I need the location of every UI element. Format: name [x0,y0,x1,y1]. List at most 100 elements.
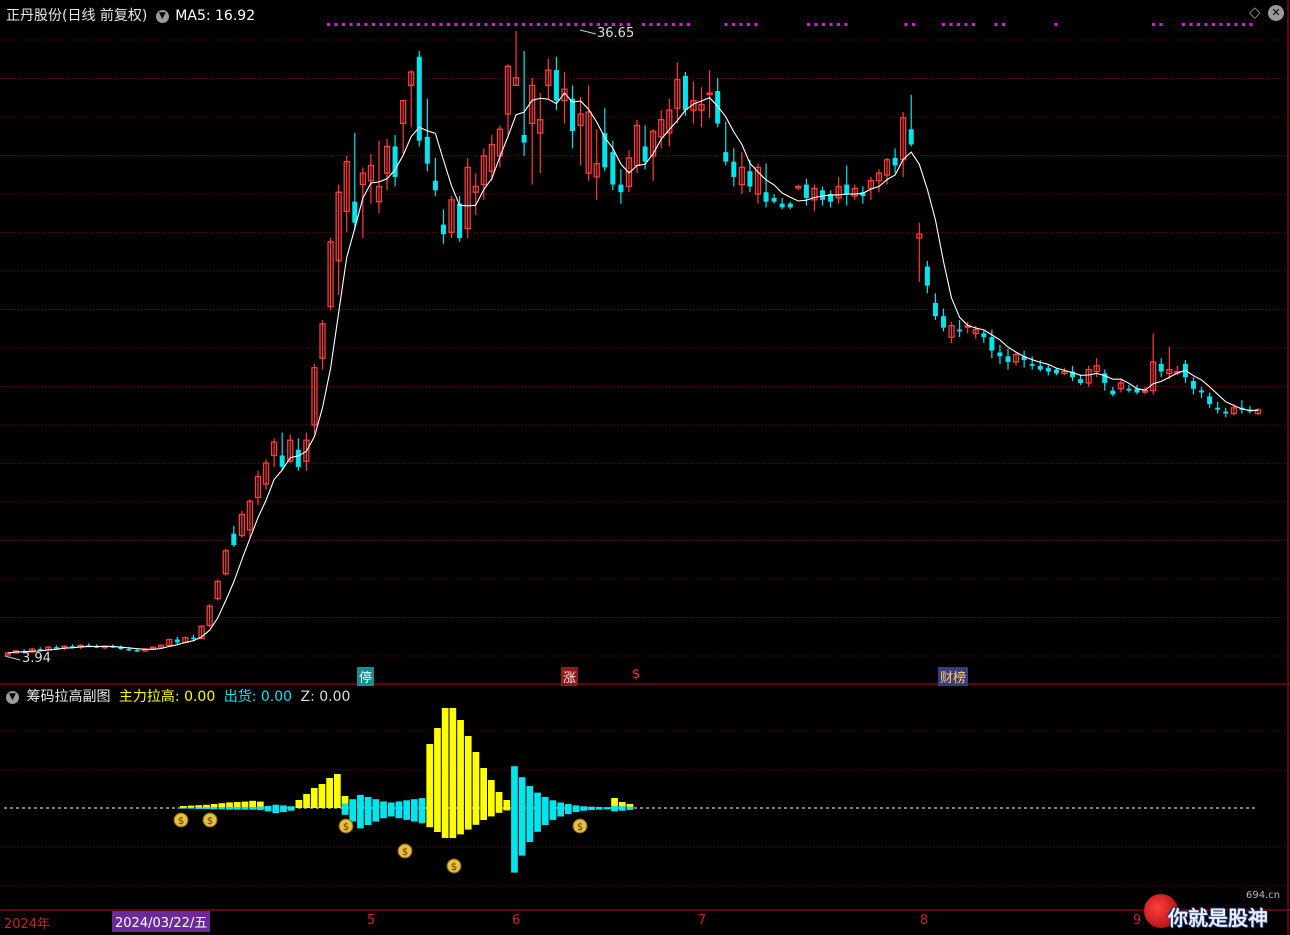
candle-body [231,533,237,546]
indicator-title[interactable]: 筹码拉高副图 [26,689,110,705]
chuhuo-bar [580,806,588,811]
marker-financial-list[interactable]: 财榜 [938,667,969,686]
candle-body [1207,396,1213,404]
signal-dot [672,23,675,26]
candle-body [1110,390,1116,395]
signal-dot [1219,23,1223,26]
zhuli-bar [310,788,318,808]
signal-dot [814,23,818,26]
signal-dot [349,23,353,26]
signal-dot [372,23,375,26]
candle-body [1215,407,1221,410]
chuhuo-label: 出货: [223,689,257,705]
candle-body [787,203,793,208]
candle-body [134,650,140,652]
marker-dollar[interactable]: $ [630,667,643,682]
signal-dot [964,23,968,26]
zhuli-bar [495,792,503,813]
signal-dot [837,23,840,26]
signal-dot [1159,23,1163,26]
candle-body [1029,363,1035,366]
zhuli-bar [318,784,326,808]
candle-body [126,649,132,651]
candle-body [892,157,898,166]
marker-limit-up[interactable]: 涨 [561,667,579,686]
chuhuo-bar [565,804,572,815]
signal-dot [829,23,833,26]
signal-dot [687,23,690,26]
zhuli-bar [457,720,464,835]
stock-title[interactable]: 正丹股份(日线 前复权) [6,8,147,24]
signal-dot [1249,23,1253,26]
signal-dot [432,23,435,26]
signal-dot [402,23,405,26]
signal-dot [499,23,503,26]
candle-body [1190,381,1196,389]
signal-dot [739,23,743,26]
candle-body [731,161,737,177]
candle-body [1045,367,1051,372]
month-label: 6 [512,913,521,928]
money-bag-icon: $ [402,847,408,858]
chuhuo-bar [357,794,364,829]
chuhuo-bar [618,806,626,811]
ma5-value: 16.92 [215,8,256,24]
signal-dot [1002,23,1005,26]
signal-dot [327,23,330,26]
candle-body [610,152,616,185]
month-label: 5 [367,913,376,928]
month-label: 8 [920,913,929,928]
chuhuo-bar [210,807,218,810]
signal-dot [664,23,668,26]
candle-body [432,180,438,191]
zhuli-bar [295,800,303,808]
signal-dot [1204,23,1208,26]
watermark-logo: 你就是股神 694.cn [1140,888,1290,935]
signal-dot [747,23,750,26]
chuhuo-bar [526,786,534,842]
chuhuo-bar [534,792,541,832]
signal-dot [1054,23,1058,26]
candle-body [1078,379,1084,383]
marker-halt[interactable]: 停 [357,667,375,686]
chevron-down-icon[interactable]: ▼ [6,690,19,704]
money-bag-icon: $ [451,862,457,873]
chuhuo-bar [380,801,387,819]
candle-body [1053,369,1059,374]
candle-body [352,201,358,223]
zhuli-bar [488,780,495,817]
diamond-icon[interactable]: ◇ [1249,3,1261,21]
money-bag-icon: $ [343,822,349,833]
close-icon-wrap[interactable]: ✕ [1268,5,1284,21]
chuhuo-bar [595,806,603,810]
chevron-down-icon[interactable]: ▼ [155,9,169,23]
signal-dot [334,23,338,26]
high-arrow [579,29,597,35]
ma5-label: MA5: [175,8,211,24]
candle-body [1199,390,1205,393]
candle-body [715,91,721,124]
signal-dot [904,23,908,26]
zhuli-bar [303,794,310,808]
watermark-site: 694.cn [1246,890,1281,901]
chuhuo-bar [372,799,380,822]
signal-dot [657,23,660,26]
signal-dot [949,23,953,26]
signal-dot [649,23,653,26]
chuhuo-bar [364,797,372,825]
signal-dot [387,23,390,26]
signal-dot [544,23,548,26]
chuhuo-bar [218,807,226,810]
candle-body [940,316,946,328]
chuhuo-bar [264,805,272,812]
signal-dot [574,23,578,26]
chuhuo-bar [557,802,564,817]
signal-dot [447,23,450,26]
candle-body [771,197,777,202]
z-label: Z: [300,689,315,705]
signal-dot [559,23,563,26]
signal-dot [679,23,683,26]
signal-dot [912,23,915,26]
close-icon[interactable]: ✕ [1268,5,1284,21]
signal-dot [642,23,645,26]
